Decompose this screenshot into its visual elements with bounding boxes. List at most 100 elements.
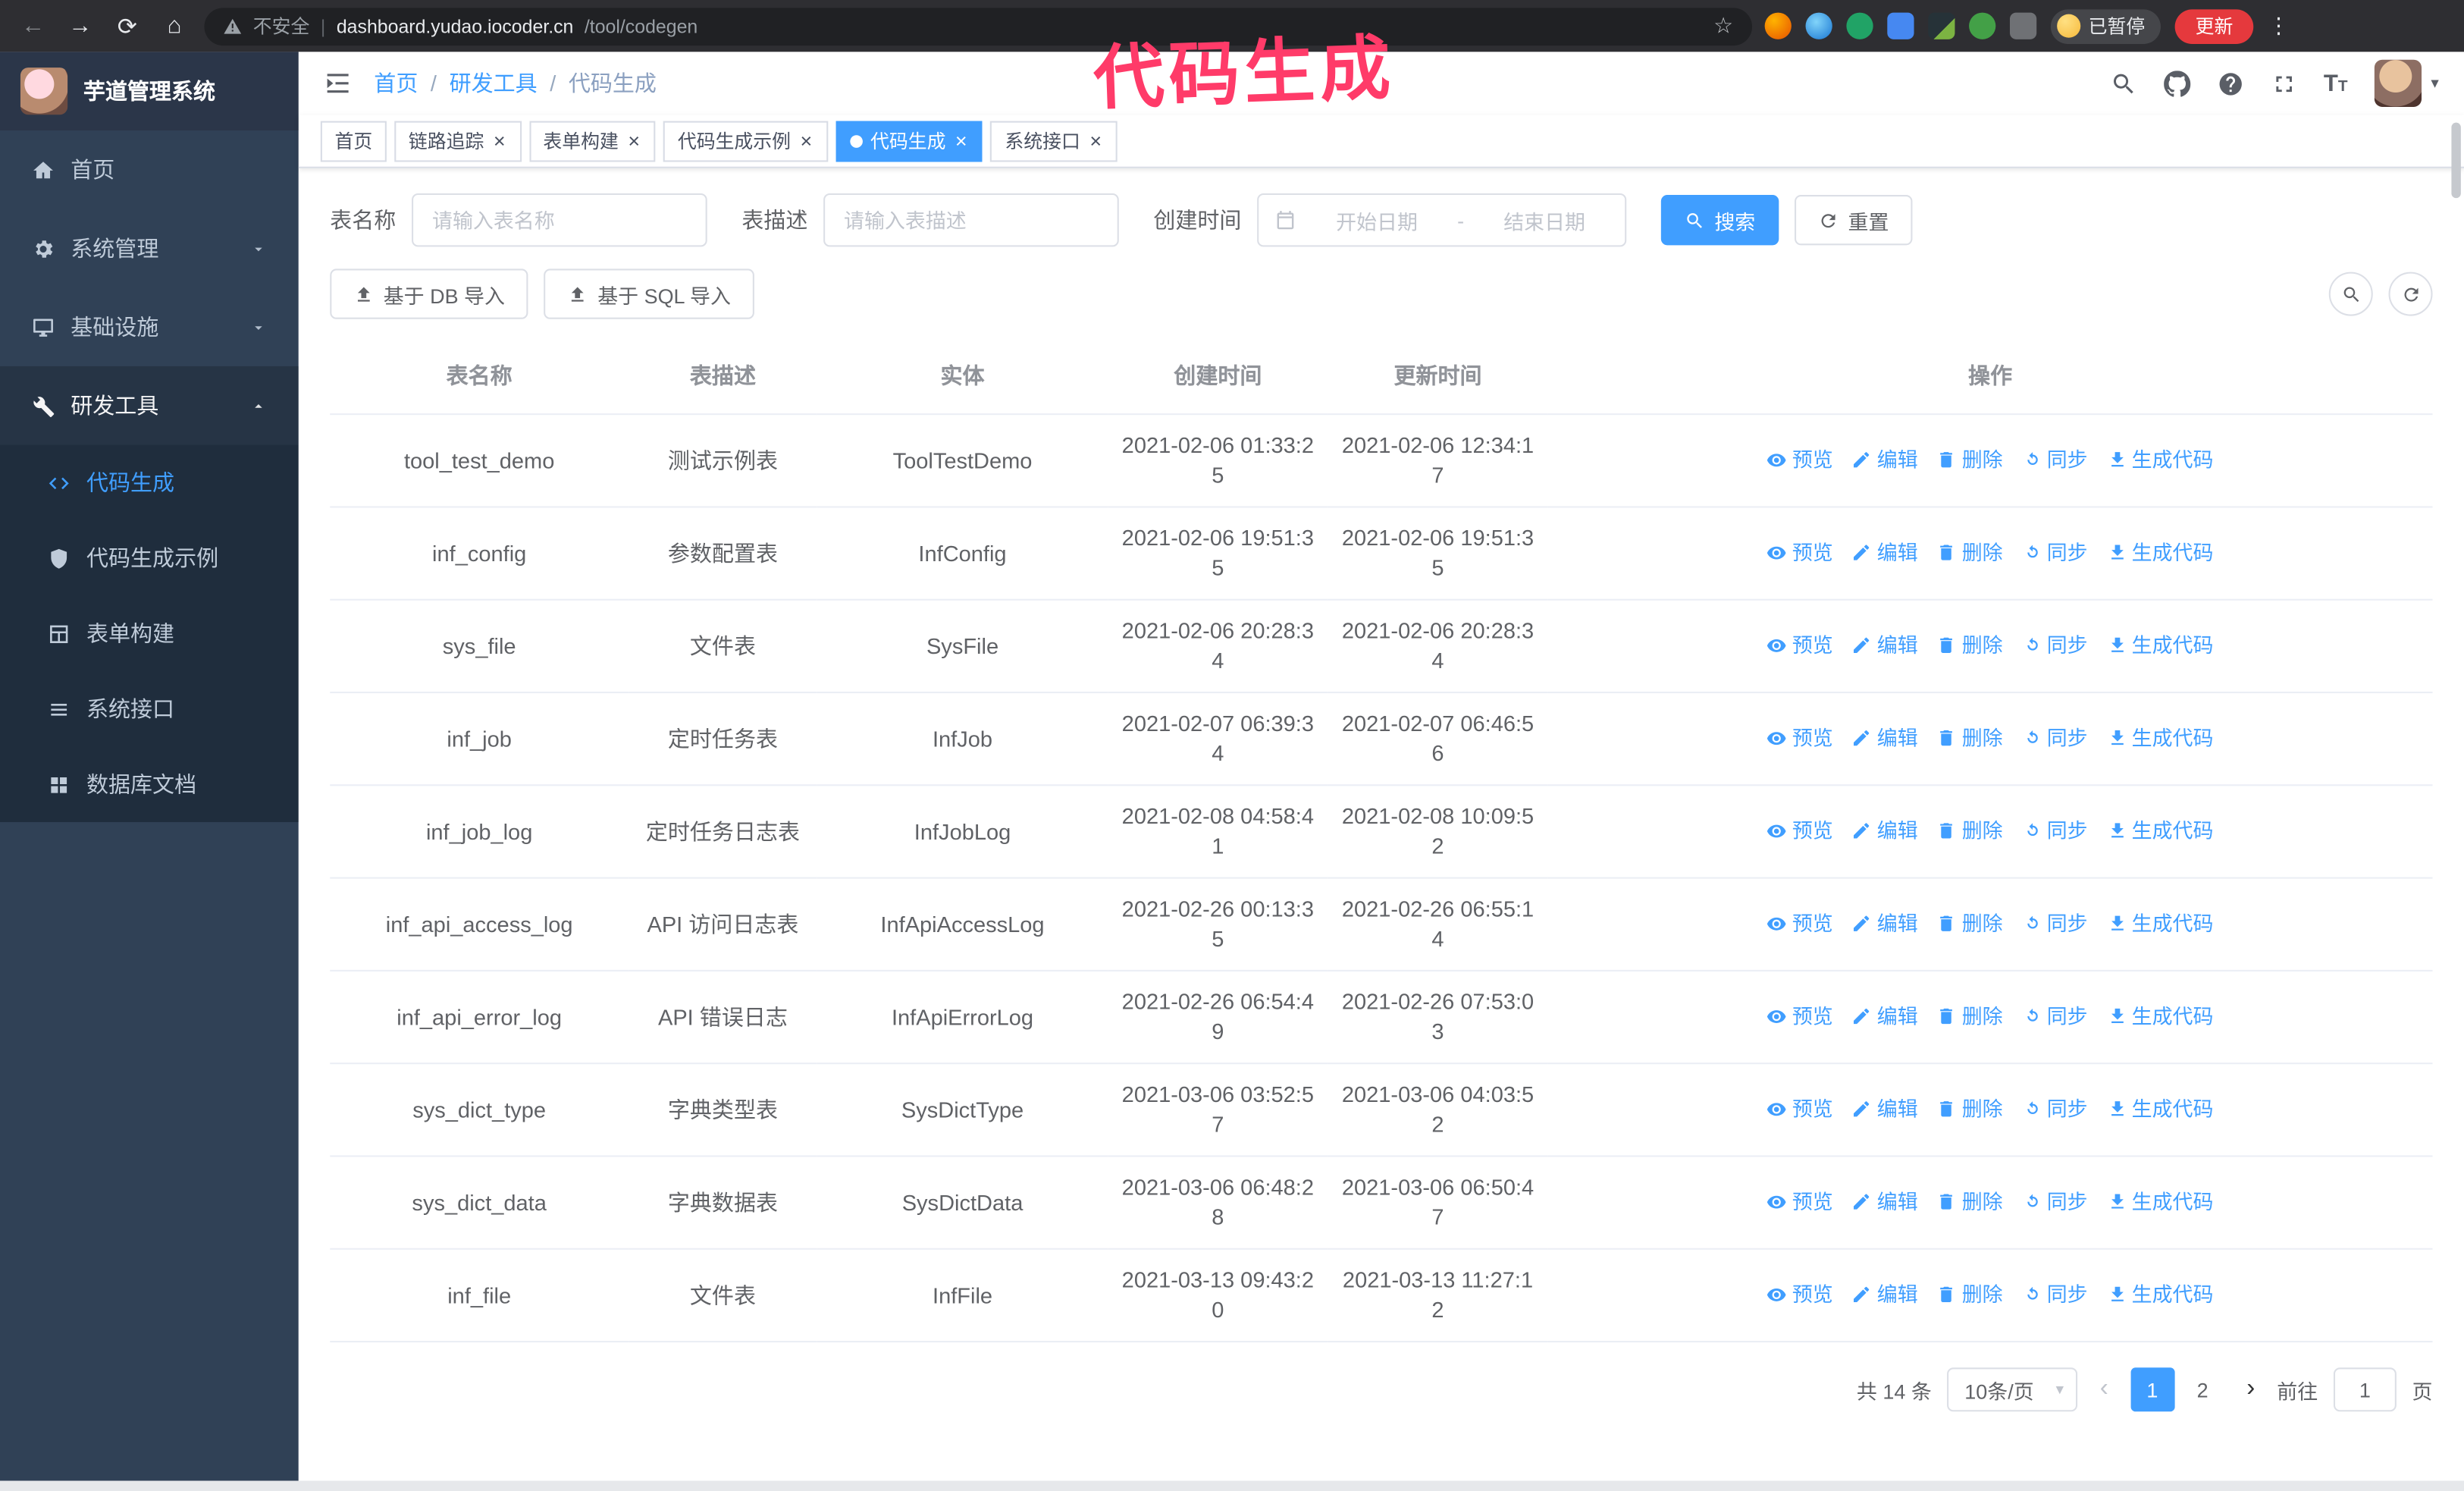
scrollbar-thumb[interactable] (2451, 122, 2461, 199)
date-range-picker[interactable]: 开始日期 - 结束日期 (1257, 193, 1627, 247)
op-preview-link[interactable]: 预览 (1767, 1094, 1833, 1123)
user-menu[interactable]: ▾ (2374, 59, 2439, 107)
op-sync-link[interactable]: 同步 (2022, 1279, 2088, 1308)
op-sync-link[interactable]: 同步 (2022, 537, 2088, 567)
import-db-button[interactable]: 基于 DB 导入 (330, 268, 529, 319)
browser-menu-icon[interactable]: ⋮ (2268, 13, 2290, 39)
op-generate-link[interactable]: 生成代码 (2106, 1186, 2213, 1216)
github-icon[interactable] (2163, 70, 2190, 96)
op-edit-link[interactable]: 编辑 (1852, 1094, 1918, 1123)
tab-form-builder[interactable]: 表单构建 × (528, 120, 656, 162)
sidebar-item-infra[interactable]: 基础设施 (0, 287, 299, 366)
op-edit-link[interactable]: 编辑 (1852, 722, 1918, 752)
back-icon[interactable]: ← (16, 8, 51, 43)
close-icon[interactable]: × (954, 130, 969, 151)
op-generate-link[interactable]: 生成代码 (2106, 444, 2213, 474)
op-preview-link[interactable]: 预览 (1767, 629, 1833, 659)
op-edit-link[interactable]: 编辑 (1852, 444, 1918, 474)
op-edit-link[interactable]: 编辑 (1852, 537, 1918, 567)
tab-trace[interactable]: 链路追踪 × (394, 120, 522, 162)
op-preview-link[interactable]: 预览 (1767, 815, 1833, 845)
breadcrumb-item[interactable]: 首页 (374, 67, 418, 99)
op-edit-link[interactable]: 编辑 (1852, 1279, 1918, 1308)
op-sync-link[interactable]: 同步 (2022, 1186, 2088, 1216)
op-sync-link[interactable]: 同步 (2022, 722, 2088, 752)
table-name-input[interactable] (412, 193, 707, 247)
table-desc-input[interactable] (823, 193, 1119, 247)
op-preview-link[interactable]: 预览 (1767, 1279, 1833, 1308)
op-generate-link[interactable]: 生成代码 (2106, 629, 2213, 659)
page-1-button[interactable]: 1 (2130, 1367, 2174, 1412)
next-page-button[interactable]: › (2240, 1376, 2262, 1404)
fullscreen-icon[interactable] (2270, 70, 2296, 96)
op-edit-link[interactable]: 编辑 (1852, 1186, 1918, 1216)
logo[interactable]: 芋道管理系统 (0, 52, 299, 131)
op-delete-link[interactable]: 删除 (1937, 1279, 2003, 1308)
extension-icon-1[interactable] (1764, 12, 1792, 39)
op-sync-link[interactable]: 同步 (2022, 908, 2088, 937)
bookmark-star-icon[interactable]: ☆ (1713, 13, 1733, 39)
extension-icon-5[interactable] (1928, 12, 1955, 39)
extension-icon-2[interactable] (1805, 12, 1832, 39)
op-preview-link[interactable]: 预览 (1767, 537, 1833, 567)
page-2-button[interactable]: 2 (2180, 1367, 2224, 1411)
op-sync-link[interactable]: 同步 (2022, 1094, 2088, 1123)
op-preview-link[interactable]: 预览 (1767, 1186, 1833, 1216)
breadcrumb-item[interactable]: 研发工具 (450, 67, 538, 99)
reload-icon[interactable]: ⟳ (110, 8, 145, 43)
forward-icon[interactable]: → (63, 8, 98, 43)
close-icon[interactable]: × (492, 130, 507, 151)
op-generate-link[interactable]: 生成代码 (2106, 908, 2213, 937)
close-icon[interactable]: × (798, 130, 813, 151)
op-preview-link[interactable]: 预览 (1767, 444, 1833, 474)
op-edit-link[interactable]: 编辑 (1852, 815, 1918, 845)
page-size-select[interactable]: 10条/页 ▾ (1947, 1367, 2078, 1412)
extension-icon-4[interactable] (1887, 12, 1914, 39)
op-delete-link[interactable]: 删除 (1937, 1000, 2003, 1030)
op-preview-link[interactable]: 预览 (1767, 908, 1833, 937)
url-bar[interactable]: 不安全 | dashboard.yudao.iocoder.cn/tool/co… (204, 7, 1753, 46)
close-icon[interactable]: × (626, 130, 641, 151)
search-button[interactable]: 搜索 (1660, 195, 1779, 246)
sidebar-item-home[interactable]: 首页 (0, 130, 299, 209)
op-delete-link[interactable]: 删除 (1937, 908, 2003, 937)
op-delete-link[interactable]: 删除 (1937, 815, 2003, 845)
paused-badge[interactable]: 已暂停 (2050, 8, 2161, 43)
hamburger-icon[interactable] (324, 69, 352, 97)
sidebar-item-api[interactable]: 系统接口 (0, 671, 299, 746)
op-generate-link[interactable]: 生成代码 (2106, 1279, 2213, 1308)
toggle-search-button[interactable] (2328, 272, 2373, 316)
op-sync-link[interactable]: 同步 (2022, 1000, 2088, 1030)
op-generate-link[interactable]: 生成代码 (2106, 722, 2213, 752)
op-delete-link[interactable]: 删除 (1937, 722, 2003, 752)
op-preview-link[interactable]: 预览 (1767, 722, 1833, 752)
close-icon[interactable]: × (1088, 130, 1103, 151)
op-delete-link[interactable]: 删除 (1937, 444, 2003, 474)
op-delete-link[interactable]: 删除 (1937, 1094, 2003, 1123)
goto-page-input[interactable] (2333, 1367, 2397, 1412)
sidebar-item-codegen[interactable]: 代码生成 (0, 445, 299, 520)
help-icon[interactable] (2217, 70, 2243, 96)
tab-api[interactable]: 系统接口 × (990, 120, 1118, 162)
op-delete-link[interactable]: 删除 (1937, 537, 2003, 567)
op-delete-link[interactable]: 删除 (1937, 1186, 2003, 1216)
op-generate-link[interactable]: 生成代码 (2106, 815, 2213, 845)
tab-home[interactable]: 首页 (320, 120, 387, 162)
font-size-icon[interactable]: TT (2324, 71, 2348, 95)
op-edit-link[interactable]: 编辑 (1852, 629, 1918, 659)
op-sync-link[interactable]: 同步 (2022, 629, 2088, 659)
search-icon[interactable] (2110, 70, 2136, 96)
prev-page-button[interactable]: ‹ (2093, 1376, 2114, 1404)
refresh-table-button[interactable] (2388, 272, 2433, 316)
op-sync-link[interactable]: 同步 (2022, 444, 2088, 474)
tab-codegen[interactable]: 代码生成 × (835, 120, 983, 162)
reset-button[interactable]: 重置 (1795, 195, 1913, 246)
op-edit-link[interactable]: 编辑 (1852, 908, 1918, 937)
extension-icon-6[interactable] (1969, 12, 1996, 39)
sidebar-item-codegen-example[interactable]: 代码生成示例 (0, 520, 299, 595)
sidebar-item-devtools[interactable]: 研发工具 (0, 366, 299, 445)
op-preview-link[interactable]: 预览 (1767, 1000, 1833, 1030)
op-sync-link[interactable]: 同步 (2022, 815, 2088, 845)
puzzle-extension-icon[interactable] (2009, 12, 2037, 39)
op-edit-link[interactable]: 编辑 (1852, 1000, 1918, 1030)
